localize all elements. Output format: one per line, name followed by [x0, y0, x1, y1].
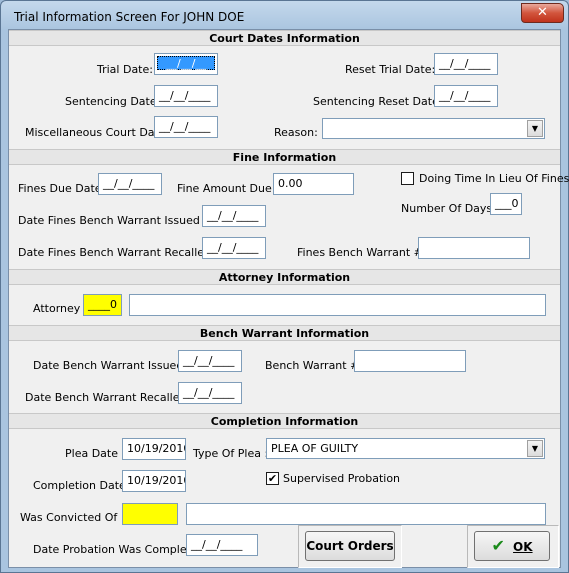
misc-court-date-field[interactable]: __/__/____: [154, 116, 218, 138]
misc-court-date-label: Miscellaneous Court Date:: [25, 126, 170, 139]
convicted-of-description-field[interactable]: [186, 503, 546, 525]
doing-time-label: Doing Time In Lieu Of Fines: [419, 172, 569, 185]
fines-bench-warrant-number-field[interactable]: [418, 237, 530, 259]
bench-warrant-recalled-label: Date Bench Warrant Recalled :: [25, 391, 194, 404]
probation-completed-field[interactable]: __/__/____: [186, 534, 258, 556]
section-header-attorney: Attorney Information: [9, 269, 560, 285]
checkmark-icon: ✔: [491, 536, 505, 555]
number-of-days-label: Number Of Days:: [401, 202, 496, 215]
number-of-days-field[interactable]: ___0: [490, 193, 522, 215]
bench-warrant-issued-field[interactable]: __/__/____: [178, 350, 242, 372]
bench-warrant-number-field[interactable]: [354, 350, 466, 372]
plea-date-label: Plea Date :: [65, 447, 126, 460]
fines-due-date-label: Fines Due Date:: [18, 182, 106, 195]
type-of-plea-label: Type Of Plea :: [193, 447, 269, 460]
reset-trial-date-field[interactable]: __/__/____: [434, 53, 498, 75]
trial-information-window: Trial Information Screen For JOHN DOE ✕ …: [0, 0, 569, 573]
section-header-fine: Fine Information: [9, 149, 560, 165]
trial-date-field[interactable]: __/__/__: [154, 53, 218, 75]
reason-label: Reason:: [274, 126, 318, 139]
section-header-court-dates: Court Dates Information: [9, 30, 560, 46]
sentencing-date-field[interactable]: __/__/____: [154, 85, 218, 107]
court-orders-label: Court Orders: [306, 539, 394, 553]
bench-warrant-issued-label: Date Bench Warrant Issued :: [33, 359, 191, 372]
close-button[interactable]: ✕: [521, 3, 564, 23]
completion-date-field[interactable]: 10/19/2010: [122, 470, 186, 492]
chevron-down-icon[interactable]: ▼: [527, 440, 543, 457]
convicted-of-code-field[interactable]: [122, 503, 178, 525]
bench-warrant-recalled-field[interactable]: __/__/____: [178, 382, 242, 404]
sentencing-reset-date-field[interactable]: __/__/____: [434, 85, 498, 107]
fine-amount-field[interactable]: 0.00: [273, 173, 354, 195]
completion-date-label: Completion Date :: [33, 479, 133, 492]
fines-bench-warrant-issued-field[interactable]: __/__/____: [202, 205, 266, 227]
ok-label: OK: [513, 540, 533, 554]
fines-bench-warrant-recalled-label: Date Fines Bench Warrant Recalled :: [18, 246, 219, 259]
form-body: Court Dates Information Trial Date: __/_…: [8, 29, 569, 568]
sentencing-date-label: Sentencing Date:: [65, 95, 161, 108]
trial-date-label: Trial Date:: [97, 63, 153, 76]
plea-date-field[interactable]: 10/19/2010: [122, 438, 186, 460]
attorney-name-field[interactable]: [129, 294, 546, 316]
close-icon: ✕: [537, 5, 548, 20]
ok-button[interactable]: ✔ OK: [474, 531, 550, 561]
type-of-plea-dropdown[interactable]: PLEA OF GUILTY ▼: [266, 438, 545, 459]
section-header-completion: Completion Information: [9, 413, 560, 429]
fines-bench-warrant-number-label: Fines Bench Warrant #: [297, 246, 423, 259]
fine-amount-label: Fine Amount Due $: [177, 182, 283, 195]
supervised-probation-label: Supervised Probation: [283, 472, 401, 485]
attorney-code-field[interactable]: ____0: [83, 294, 122, 316]
reset-trial-date-label: Reset Trial Date:: [345, 63, 436, 76]
title-bar[interactable]: Trial Information Screen For JOHN DOE ✕: [1, 1, 568, 29]
reason-dropdown[interactable]: ▼: [322, 118, 545, 139]
convicted-of-label: Was Convicted Of :: [20, 511, 125, 524]
type-of-plea-value: PLEA OF GUILTY: [271, 442, 359, 455]
fines-due-date-field[interactable]: __/__/____: [98, 173, 162, 195]
bench-warrant-number-label: Bench Warrant #: [265, 359, 360, 372]
window-title: Trial Information Screen For JOHN DOE: [14, 10, 245, 24]
chevron-down-icon[interactable]: ▼: [527, 120, 543, 137]
section-header-bench-warrant: Bench Warrant Information: [9, 325, 560, 341]
supervised-probation-checkbox[interactable]: ✔: [266, 472, 279, 485]
sentencing-reset-date-label: Sentencing Reset Date:: [313, 95, 443, 108]
court-orders-button[interactable]: Court Orders: [305, 531, 395, 561]
fines-bench-warrant-issued-label: Date Fines Bench Warrant Issued :: [18, 214, 208, 227]
doing-time-checkbox[interactable]: [401, 172, 414, 185]
court-orders-button-frame: Court Orders: [298, 525, 402, 568]
attorney-label: Attorney :: [33, 302, 88, 315]
ok-button-frame: ✔ OK: [467, 525, 559, 568]
fines-bench-warrant-recalled-field[interactable]: __/__/____: [202, 237, 266, 259]
